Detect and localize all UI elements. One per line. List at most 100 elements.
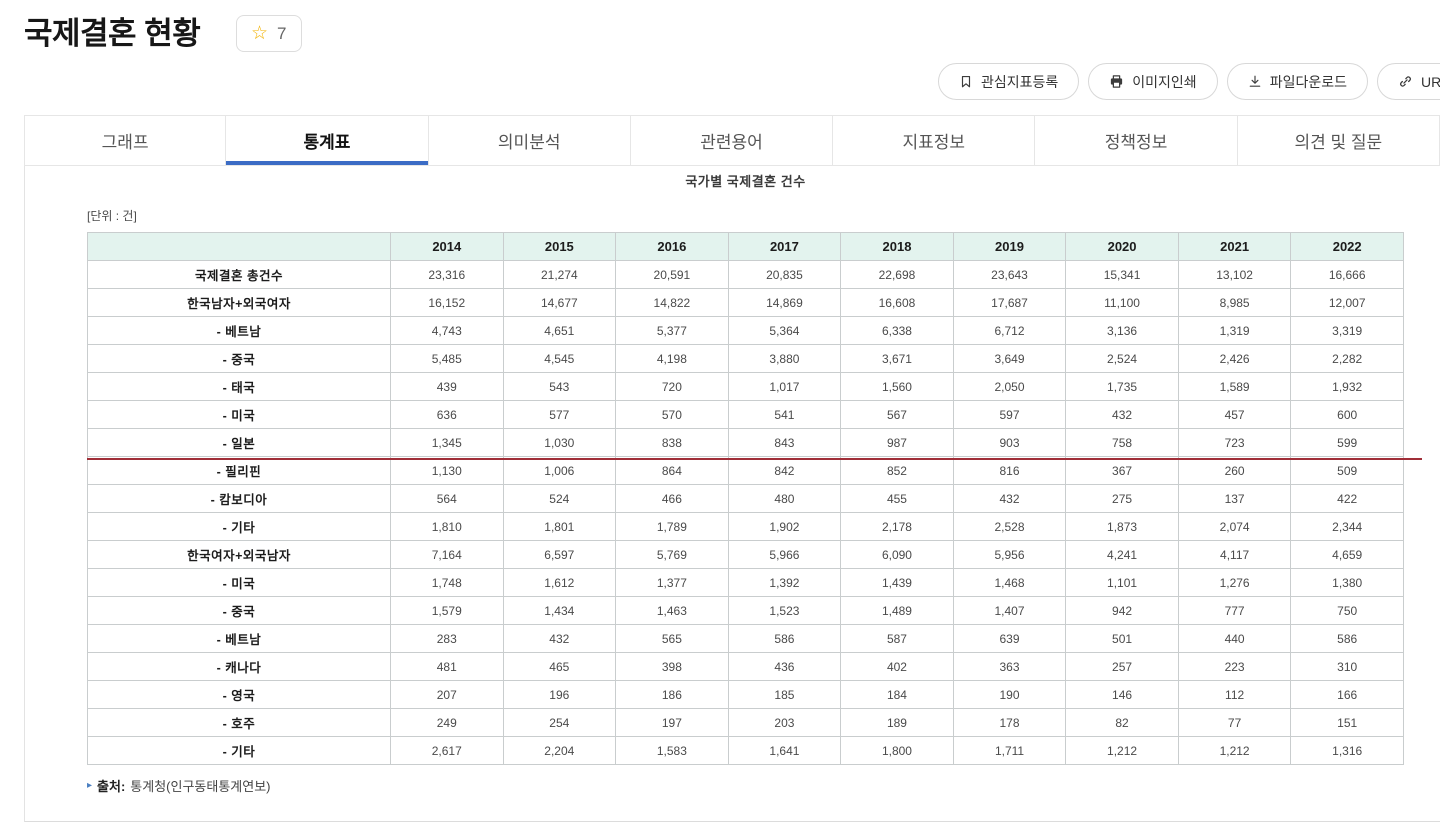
cell-value: 6,712 bbox=[953, 317, 1066, 345]
cell-value: 586 bbox=[728, 625, 841, 653]
row-label: - 기타 bbox=[88, 737, 391, 765]
register-favorite-indicator-button[interactable]: 관심지표등록 bbox=[938, 63, 1079, 100]
cell-value: 5,364 bbox=[728, 317, 841, 345]
cell-value: 2,074 bbox=[1178, 513, 1291, 541]
table-row: - 캄보디아564524466480455432275137422 bbox=[88, 485, 1404, 513]
cell-value: 587 bbox=[841, 625, 954, 653]
link-icon bbox=[1398, 74, 1413, 89]
cell-value: 1,439 bbox=[841, 569, 954, 597]
cell-value: 1,932 bbox=[1291, 373, 1404, 401]
cell-value: 17,687 bbox=[953, 289, 1066, 317]
year-header: 2016 bbox=[616, 233, 729, 261]
cell-value: 439 bbox=[391, 373, 504, 401]
tab-policy-info[interactable]: 정책정보 bbox=[1035, 115, 1237, 166]
row-label: - 일본 bbox=[88, 429, 391, 457]
cell-value: 4,545 bbox=[503, 345, 616, 373]
cell-value: 20,591 bbox=[616, 261, 729, 289]
table-row: - 기타1,8101,8011,7891,9022,1782,5281,8732… bbox=[88, 513, 1404, 541]
cell-value: 1,276 bbox=[1178, 569, 1291, 597]
cell-value: 23,316 bbox=[391, 261, 504, 289]
cell-value: 223 bbox=[1178, 653, 1291, 681]
cell-value: 16,608 bbox=[841, 289, 954, 317]
table-header-row: 201420152016201720182019202020212022 bbox=[88, 233, 1404, 261]
copy-url-button[interactable]: URL복사 bbox=[1377, 63, 1440, 100]
cell-value: 249 bbox=[391, 709, 504, 737]
cell-value: 2,050 bbox=[953, 373, 1066, 401]
tab-related-terms[interactable]: 관련용어 bbox=[631, 115, 833, 166]
year-header: 2018 bbox=[841, 233, 954, 261]
cell-value: 8,985 bbox=[1178, 289, 1291, 317]
cell-value: 1,489 bbox=[841, 597, 954, 625]
cell-value: 1,468 bbox=[953, 569, 1066, 597]
cell-value: 457 bbox=[1178, 401, 1291, 429]
row-label: - 호주 bbox=[88, 709, 391, 737]
page-title: 국제결혼 현황 bbox=[24, 8, 200, 53]
year-header: 2014 bbox=[391, 233, 504, 261]
cell-value: 1,316 bbox=[1291, 737, 1404, 765]
favorite-badge[interactable]: ☆ 7 bbox=[236, 15, 302, 52]
cell-value: 942 bbox=[1066, 597, 1179, 625]
cell-value: 723 bbox=[1178, 429, 1291, 457]
printer-icon bbox=[1109, 74, 1124, 89]
year-header: 2020 bbox=[1066, 233, 1179, 261]
tab-statistics-table[interactable]: 통계표 bbox=[226, 115, 428, 166]
cell-value: 207 bbox=[391, 681, 504, 709]
cell-value: 987 bbox=[841, 429, 954, 457]
cell-value: 567 bbox=[841, 401, 954, 429]
action-button-label: URL복사 bbox=[1421, 72, 1440, 92]
cell-value: 1,810 bbox=[391, 513, 504, 541]
cell-value: 1,801 bbox=[503, 513, 616, 541]
cell-value: 2,617 bbox=[391, 737, 504, 765]
cell-value: 4,743 bbox=[391, 317, 504, 345]
cell-value: 720 bbox=[616, 373, 729, 401]
cell-value: 310 bbox=[1291, 653, 1404, 681]
cell-value: 3,319 bbox=[1291, 317, 1404, 345]
cell-value: 112 bbox=[1178, 681, 1291, 709]
cell-value: 864 bbox=[616, 457, 729, 485]
row-label: 한국여자+외국남자 bbox=[88, 541, 391, 569]
print-image-button[interactable]: 이미지인쇄 bbox=[1088, 63, 1217, 100]
cell-value: 524 bbox=[503, 485, 616, 513]
cell-value: 184 bbox=[841, 681, 954, 709]
table-row: - 중국5,4854,5454,1983,8803,6713,6492,5242… bbox=[88, 345, 1404, 373]
cell-value: 367 bbox=[1066, 457, 1179, 485]
unit-label: [단위 : 건] bbox=[87, 207, 1440, 224]
cell-value: 509 bbox=[1291, 457, 1404, 485]
cell-value: 14,822 bbox=[616, 289, 729, 317]
cell-value: 1,748 bbox=[391, 569, 504, 597]
action-button-label: 이미지인쇄 bbox=[1132, 72, 1196, 92]
cell-value: 260 bbox=[1178, 457, 1291, 485]
tab-meaning-analysis[interactable]: 의미분석 bbox=[429, 115, 631, 166]
tab-graph[interactable]: 그래프 bbox=[24, 115, 226, 166]
cell-value: 1,212 bbox=[1066, 737, 1179, 765]
cell-value: 600 bbox=[1291, 401, 1404, 429]
tab-indicator-info[interactable]: 지표정보 bbox=[833, 115, 1035, 166]
table-row: - 필리핀1,1301,006864842852816367260509 bbox=[88, 457, 1404, 485]
tab-opinion-questions[interactable]: 의견 및 질문 bbox=[1238, 115, 1440, 166]
cell-value: 1,006 bbox=[503, 457, 616, 485]
cell-value: 852 bbox=[841, 457, 954, 485]
row-label: 국제결혼 총건수 bbox=[88, 261, 391, 289]
cell-value: 570 bbox=[616, 401, 729, 429]
cell-value: 4,117 bbox=[1178, 541, 1291, 569]
cell-value: 6,338 bbox=[841, 317, 954, 345]
table-row: - 캐나다481465398436402363257223310 bbox=[88, 653, 1404, 681]
cell-value: 1,902 bbox=[728, 513, 841, 541]
cell-value: 23,643 bbox=[953, 261, 1066, 289]
cell-value: 501 bbox=[1066, 625, 1179, 653]
cell-value: 5,769 bbox=[616, 541, 729, 569]
cell-value: 541 bbox=[728, 401, 841, 429]
cell-value: 14,677 bbox=[503, 289, 616, 317]
cell-value: 1,873 bbox=[1066, 513, 1179, 541]
page: 국제결혼 현황 ☆ 7 관심지표등록 이미지인쇄 파일다운로드 URL복사 그래프통계… bbox=[0, 0, 1440, 827]
table-row: - 베트남283432565586587639501440586 bbox=[88, 625, 1404, 653]
table-row: - 영국207196186185184190146112166 bbox=[88, 681, 1404, 709]
bookmark-icon bbox=[959, 74, 973, 89]
cell-value: 178 bbox=[953, 709, 1066, 737]
row-label: 한국남자+외국여자 bbox=[88, 289, 391, 317]
cell-value: 543 bbox=[503, 373, 616, 401]
file-download-button[interactable]: 파일다운로드 bbox=[1227, 63, 1368, 100]
table-wrap: 201420152016201720182019202020212022 국제결… bbox=[87, 232, 1404, 765]
cell-value: 77 bbox=[1178, 709, 1291, 737]
action-button-label: 관심지표등록 bbox=[981, 72, 1058, 92]
